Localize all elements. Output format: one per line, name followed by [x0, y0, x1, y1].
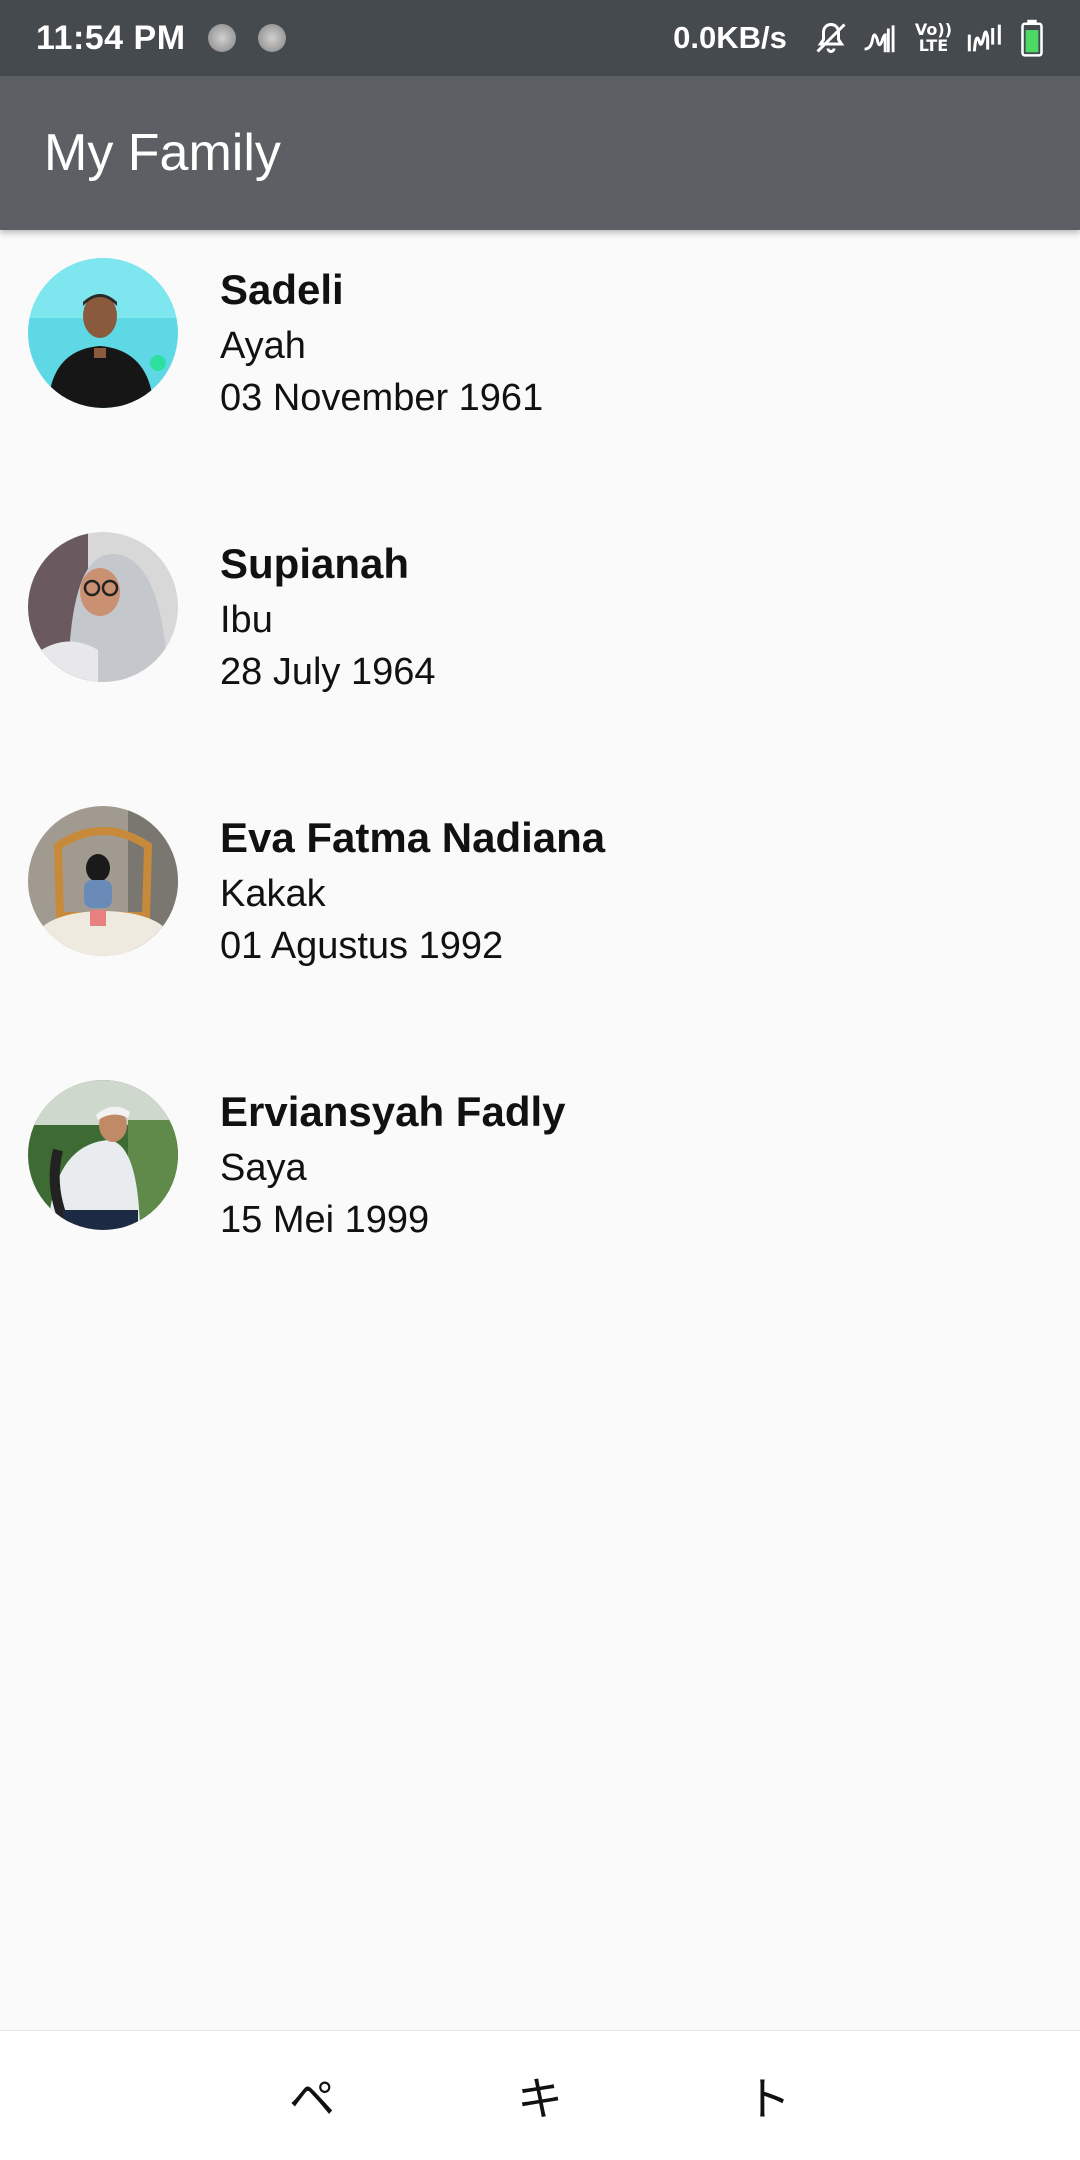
member-birthdate: 01 Agustus 1992 [220, 925, 504, 967]
member-name: Eva Fatma Nadiana [220, 814, 606, 861]
notification-dot-icon [207, 24, 236, 52]
member-birthdate: 15 Mei 1999 [220, 1199, 430, 1241]
member-name: Erviansyah Fadly [220, 1088, 566, 1135]
nav-recents-button[interactable]: ト [654, 2063, 882, 2129]
member-info: Eva Fatma Nadiana Kakak 01 Agustus 1992 [220, 812, 605, 972]
member-info: Sadeli Ayah 03 November 1961 [220, 264, 543, 424]
avatar [28, 532, 178, 682]
member-relation: Kakak [220, 873, 326, 915]
status-right: 0.0KB/s Vo)) LTE [673, 19, 1044, 57]
member-relation: Saya [220, 1147, 307, 1189]
list-item[interactable]: Supianah Ibu 28 July 1964 [0, 504, 1080, 778]
status-left: 11:54 PM [36, 19, 286, 58]
member-name: Supianah [220, 540, 410, 587]
member-info: Supianah Ibu 28 July 1964 [220, 538, 436, 698]
bell-off-icon [813, 20, 849, 56]
volte-icon: Vo)) LTE [915, 22, 952, 54]
avatar [28, 258, 178, 408]
bottom-nav: ペ キ ト [0, 2030, 1080, 2160]
signal-2-icon [966, 21, 1006, 55]
notification-dot-icon [257, 24, 286, 52]
app-bar: My Family [0, 76, 1080, 230]
member-birthdate: 28 July 1964 [220, 651, 436, 693]
list-item[interactable]: Eva Fatma Nadiana Kakak 01 Agustus 1992 [0, 778, 1080, 1052]
status-bar: 11:54 PM 0.0KB/s Vo)) LTE [0, 0, 1080, 76]
member-name: Sadeli [220, 266, 344, 313]
network-speed: 0.0KB/s [673, 20, 787, 55]
volte-label-bottom: LTE [918, 36, 949, 55]
signal-icon [863, 21, 901, 55]
list-item[interactable]: Erviansyah Fadly Saya 15 Mei 1999 [0, 1052, 1080, 1326]
list-item[interactable]: Sadeli Ayah 03 November 1961 [0, 230, 1080, 504]
member-info: Erviansyah Fadly Saya 15 Mei 1999 [220, 1086, 566, 1246]
avatar [28, 806, 178, 956]
status-time: 11:54 PM [36, 18, 186, 57]
page-title: My Family [44, 124, 281, 182]
nav-back-button[interactable]: ペ [198, 2063, 426, 2129]
member-relation: Ayah [220, 325, 306, 367]
nav-home-button[interactable]: キ [426, 2063, 654, 2129]
family-list: Sadeli Ayah 03 November 1961 Supianah Ib… [0, 230, 1080, 1326]
battery-icon [1020, 19, 1044, 57]
avatar [28, 1080, 178, 1230]
member-birthdate: 03 November 1961 [220, 377, 544, 419]
member-relation: Ibu [220, 599, 273, 641]
